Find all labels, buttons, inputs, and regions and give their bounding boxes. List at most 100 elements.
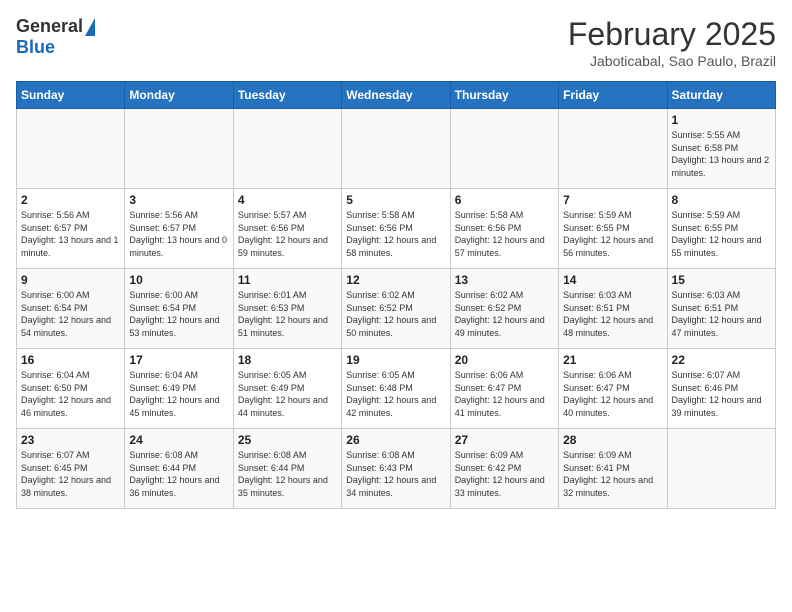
day-info: Sunrise: 6:00 AM Sunset: 6:54 PM Dayligh… <box>129 289 228 339</box>
calendar-cell: 26 Sunrise: 6:08 AM Sunset: 6:43 PM Dayli… <box>342 429 450 509</box>
calendar-cell: 21Sunrise: 6:06 AM Sunset: 6:47 PM Dayli… <box>559 349 667 429</box>
day-info: Sunrise: 6:04 AM Sunset: 6:50 PM Dayligh… <box>21 369 120 419</box>
day-info: Sunrise: 6:03 AM Sunset: 6:51 PM Dayligh… <box>672 289 771 339</box>
day-number: 24 <box>129 433 228 447</box>
day-number: 12 <box>346 273 445 287</box>
day-info: Sunrise: 6:05 AM Sunset: 6:48 PM Dayligh… <box>346 369 445 419</box>
header-monday: Monday <box>125 82 233 109</box>
day-info: Sunrise: 6:08 AM Sunset: 6:44 PM Dayligh… <box>238 449 337 499</box>
calendar-week-row: 9Sunrise: 6:00 AM Sunset: 6:54 PM Daylig… <box>17 269 776 349</box>
day-number: 2 <box>21 193 120 207</box>
calendar-cell: 17 Sunrise: 6:04 AM Sunset: 6:49 PM Dayli… <box>125 349 233 429</box>
calendar-cell: 3Sunrise: 5:56 AM Sunset: 6:57 PM Daylig… <box>125 189 233 269</box>
day-info: Sunrise: 5:57 AM Sunset: 6:56 PM Dayligh… <box>238 209 337 259</box>
calendar-cell: 10 Sunrise: 6:00 AM Sunset: 6:54 PM Dayli… <box>125 269 233 349</box>
calendar-cell: 22 Sunrise: 6:07 AM Sunset: 6:46 PM Dayli… <box>667 349 775 429</box>
day-info: Sunrise: 6:06 AM Sunset: 6:47 PM Dayligh… <box>455 369 554 419</box>
day-number: 16 <box>21 353 120 367</box>
day-number: 15 <box>672 273 771 287</box>
day-number: 4 <box>238 193 337 207</box>
day-number: 7 <box>563 193 662 207</box>
day-number: 6 <box>455 193 554 207</box>
day-info: Sunrise: 6:07 AM Sunset: 6:45 PM Dayligh… <box>21 449 120 499</box>
day-info: Sunrise: 5:55 AM Sunset: 6:58 PM Dayligh… <box>672 129 771 179</box>
calendar-week-row: 23 Sunrise: 6:07 AM Sunset: 6:45 PM Dayli… <box>17 429 776 509</box>
calendar-cell: 19 Sunrise: 6:05 AM Sunset: 6:48 PM Dayli… <box>342 349 450 429</box>
day-info: Sunrise: 6:08 AM Sunset: 6:43 PM Dayligh… <box>346 449 445 499</box>
calendar-cell: 6 Sunrise: 5:58 AM Sunset: 6:56 PM Daylig… <box>450 189 558 269</box>
calendar-cell <box>17 109 125 189</box>
day-info: Sunrise: 6:09 AM Sunset: 6:42 PM Dayligh… <box>455 449 554 499</box>
calendar-cell: 1 Sunrise: 5:55 AM Sunset: 6:58 PM Daylig… <box>667 109 775 189</box>
day-info: Sunrise: 5:58 AM Sunset: 6:56 PM Dayligh… <box>346 209 445 259</box>
day-number: 13 <box>455 273 554 287</box>
day-number: 18 <box>238 353 337 367</box>
day-info: Sunrise: 6:08 AM Sunset: 6:44 PM Dayligh… <box>129 449 228 499</box>
calendar-cell: 27 Sunrise: 6:09 AM Sunset: 6:42 PM Dayli… <box>450 429 558 509</box>
location: Jaboticabal, Sao Paulo, Brazil <box>568 53 776 69</box>
day-info: Sunrise: 5:59 AM Sunset: 6:55 PM Dayligh… <box>563 209 662 259</box>
day-number: 14 <box>563 273 662 287</box>
day-info: Sunrise: 6:01 AM Sunset: 6:53 PM Dayligh… <box>238 289 337 339</box>
header-wednesday: Wednesday <box>342 82 450 109</box>
calendar-week-row: 16 Sunrise: 6:04 AM Sunset: 6:50 PM Dayli… <box>17 349 776 429</box>
day-info: Sunrise: 6:06 AM Sunset: 6:47 PM Dayligh… <box>563 369 662 419</box>
day-number: 26 <box>346 433 445 447</box>
calendar-cell: 20 Sunrise: 6:06 AM Sunset: 6:47 PM Dayli… <box>450 349 558 429</box>
calendar-cell: 11 Sunrise: 6:01 AM Sunset: 6:53 PM Dayli… <box>233 269 341 349</box>
day-number: 28 <box>563 433 662 447</box>
calendar-cell: 14 Sunrise: 6:03 AM Sunset: 6:51 PM Dayli… <box>559 269 667 349</box>
day-info: Sunrise: 5:58 AM Sunset: 6:56 PM Dayligh… <box>455 209 554 259</box>
calendar-cell <box>125 109 233 189</box>
day-number: 20 <box>455 353 554 367</box>
day-info: Sunrise: 6:02 AM Sunset: 6:52 PM Dayligh… <box>455 289 554 339</box>
day-number: 8 <box>672 193 771 207</box>
day-info: Sunrise: 5:56 AM Sunset: 6:57 PM Dayligh… <box>129 209 228 259</box>
page-header: General Blue February 2025 Jaboticabal, … <box>16 16 776 69</box>
logo-general-text: General <box>16 16 83 37</box>
day-number: 11 <box>238 273 337 287</box>
header-friday: Friday <box>559 82 667 109</box>
day-number: 17 <box>129 353 228 367</box>
calendar-week-row: 2 Sunrise: 5:56 AM Sunset: 6:57 PM Daylig… <box>17 189 776 269</box>
calendar-cell: 23 Sunrise: 6:07 AM Sunset: 6:45 PM Dayli… <box>17 429 125 509</box>
day-info: Sunrise: 5:59 AM Sunset: 6:55 PM Dayligh… <box>672 209 771 259</box>
day-number: 10 <box>129 273 228 287</box>
calendar-cell <box>342 109 450 189</box>
calendar-cell <box>233 109 341 189</box>
day-number: 22 <box>672 353 771 367</box>
month-year: February 2025 <box>568 16 776 53</box>
header-saturday: Saturday <box>667 82 775 109</box>
day-info: Sunrise: 6:07 AM Sunset: 6:46 PM Dayligh… <box>672 369 771 419</box>
day-info: Sunrise: 6:03 AM Sunset: 6:51 PM Dayligh… <box>563 289 662 339</box>
calendar-cell: 5Sunrise: 5:58 AM Sunset: 6:56 PM Daylig… <box>342 189 450 269</box>
calendar-cell <box>450 109 558 189</box>
logo-blue-text: Blue <box>16 37 55 58</box>
calendar-cell: 4 Sunrise: 5:57 AM Sunset: 6:56 PM Daylig… <box>233 189 341 269</box>
day-info: Sunrise: 6:04 AM Sunset: 6:49 PM Dayligh… <box>129 369 228 419</box>
day-info: Sunrise: 6:00 AM Sunset: 6:54 PM Dayligh… <box>21 289 120 339</box>
calendar-cell: 15 Sunrise: 6:03 AM Sunset: 6:51 PM Dayli… <box>667 269 775 349</box>
day-info: Sunrise: 6:09 AM Sunset: 6:41 PM Dayligh… <box>563 449 662 499</box>
calendar-cell: 25Sunrise: 6:08 AM Sunset: 6:44 PM Dayli… <box>233 429 341 509</box>
day-info: Sunrise: 6:02 AM Sunset: 6:52 PM Dayligh… <box>346 289 445 339</box>
calendar-cell: 18 Sunrise: 6:05 AM Sunset: 6:49 PM Dayli… <box>233 349 341 429</box>
calendar-week-row: 1 Sunrise: 5:55 AM Sunset: 6:58 PM Daylig… <box>17 109 776 189</box>
calendar-cell: 28 Sunrise: 6:09 AM Sunset: 6:41 PM Dayli… <box>559 429 667 509</box>
header-thursday: Thursday <box>450 82 558 109</box>
title-section: February 2025 Jaboticabal, Sao Paulo, Br… <box>568 16 776 69</box>
day-info: Sunrise: 6:05 AM Sunset: 6:49 PM Dayligh… <box>238 369 337 419</box>
calendar-header-row: SundayMondayTuesdayWednesdayThursdayFrid… <box>17 82 776 109</box>
logo-triangle-icon <box>85 18 95 36</box>
day-info: Sunrise: 5:56 AM Sunset: 6:57 PM Dayligh… <box>21 209 120 259</box>
calendar-cell: 9Sunrise: 6:00 AM Sunset: 6:54 PM Daylig… <box>17 269 125 349</box>
calendar-cell: 16 Sunrise: 6:04 AM Sunset: 6:50 PM Dayli… <box>17 349 125 429</box>
day-number: 27 <box>455 433 554 447</box>
day-number: 1 <box>672 113 771 127</box>
day-number: 23 <box>21 433 120 447</box>
day-number: 19 <box>346 353 445 367</box>
logo: General Blue <box>16 16 95 58</box>
calendar-cell: 13 Sunrise: 6:02 AM Sunset: 6:52 PM Dayli… <box>450 269 558 349</box>
calendar-table: SundayMondayTuesdayWednesdayThursdayFrid… <box>16 81 776 509</box>
header-tuesday: Tuesday <box>233 82 341 109</box>
